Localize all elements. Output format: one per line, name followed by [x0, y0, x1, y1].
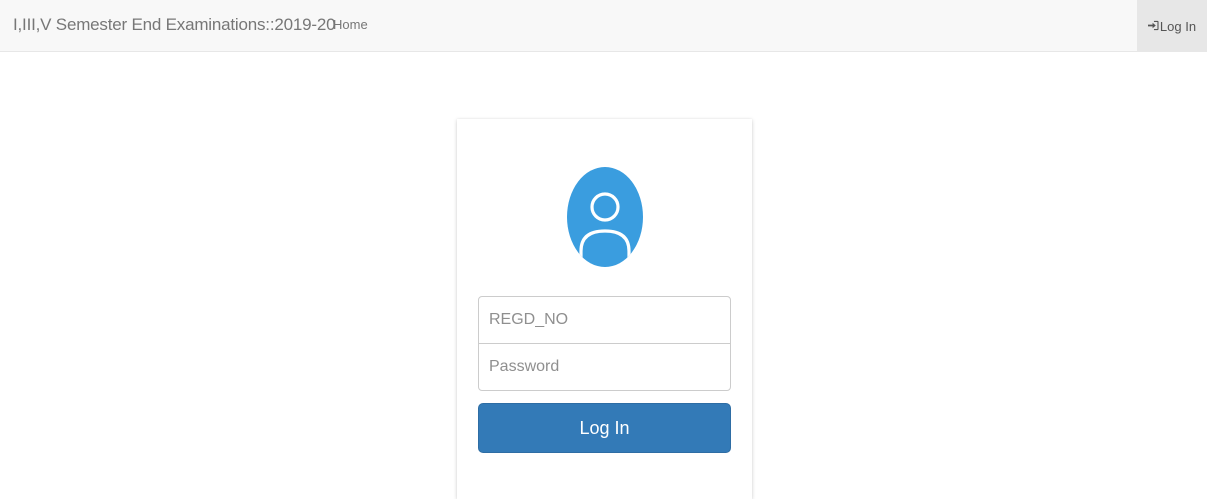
log-in-icon — [1147, 19, 1159, 34]
login-inputs — [478, 296, 731, 391]
login-button[interactable]: Log In — [478, 403, 731, 453]
navbar: I,III,V Semester End Examinations::2019-… — [0, 0, 1207, 52]
nav-home-link[interactable]: Home — [333, 17, 368, 32]
password-input[interactable] — [478, 343, 731, 391]
navbar-brand[interactable]: I,III,V Semester End Examinations::2019-… — [13, 15, 336, 35]
user-avatar-icon — [567, 167, 643, 267]
login-card: Log In — [457, 119, 752, 499]
nav-login-link[interactable]: Log In — [1137, 0, 1207, 52]
regd-no-input[interactable] — [478, 296, 731, 344]
nav-login-label: Log In — [1159, 18, 1197, 34]
